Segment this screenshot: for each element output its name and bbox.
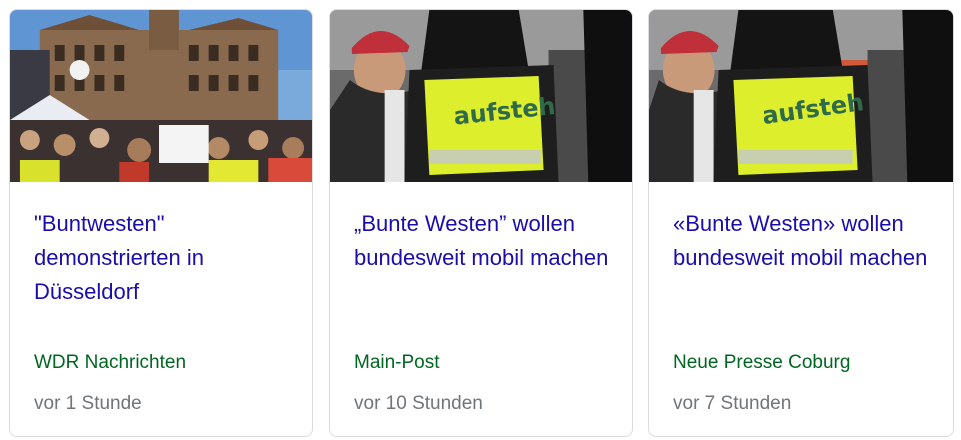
news-source: Neue Presse Coburg (673, 352, 851, 373)
news-thumbnail-image[interactable]: aufsteh (649, 10, 953, 182)
news-headline-link[interactable]: "Buntwesten" demonstrierten in Düsseldor… (34, 207, 296, 309)
news-timestamp: vor 7 Stunden (673, 393, 792, 414)
news-source: WDR Nachrichten (34, 352, 187, 373)
news-timestamp: vor 10 Stunden (354, 393, 483, 414)
news-thumbnail-image[interactable] (10, 10, 312, 182)
news-carousel: "Buntwesten" demonstrierten in Düsseldor… (0, 0, 961, 440)
news-card[interactable]: aufsteh „Bunte Westen” wollen bundesweit… (329, 9, 633, 437)
news-thumbnail-image[interactable]: aufsteh (330, 10, 632, 182)
news-headline-link[interactable]: „Bunte Westen” wollen bundesweit mobil m… (354, 207, 616, 275)
news-card[interactable]: aufsteh «Bunte Westen» wollen bundesweit… (648, 9, 954, 437)
news-headline-link[interactable]: «Bunte Westen» wollen bundesweit mobil m… (673, 207, 937, 275)
news-timestamp: vor 1 Stunde (34, 393, 142, 414)
news-card[interactable]: "Buntwesten" demonstrierten in Düsseldor… (9, 9, 313, 437)
news-source: Main-Post (354, 352, 440, 373)
